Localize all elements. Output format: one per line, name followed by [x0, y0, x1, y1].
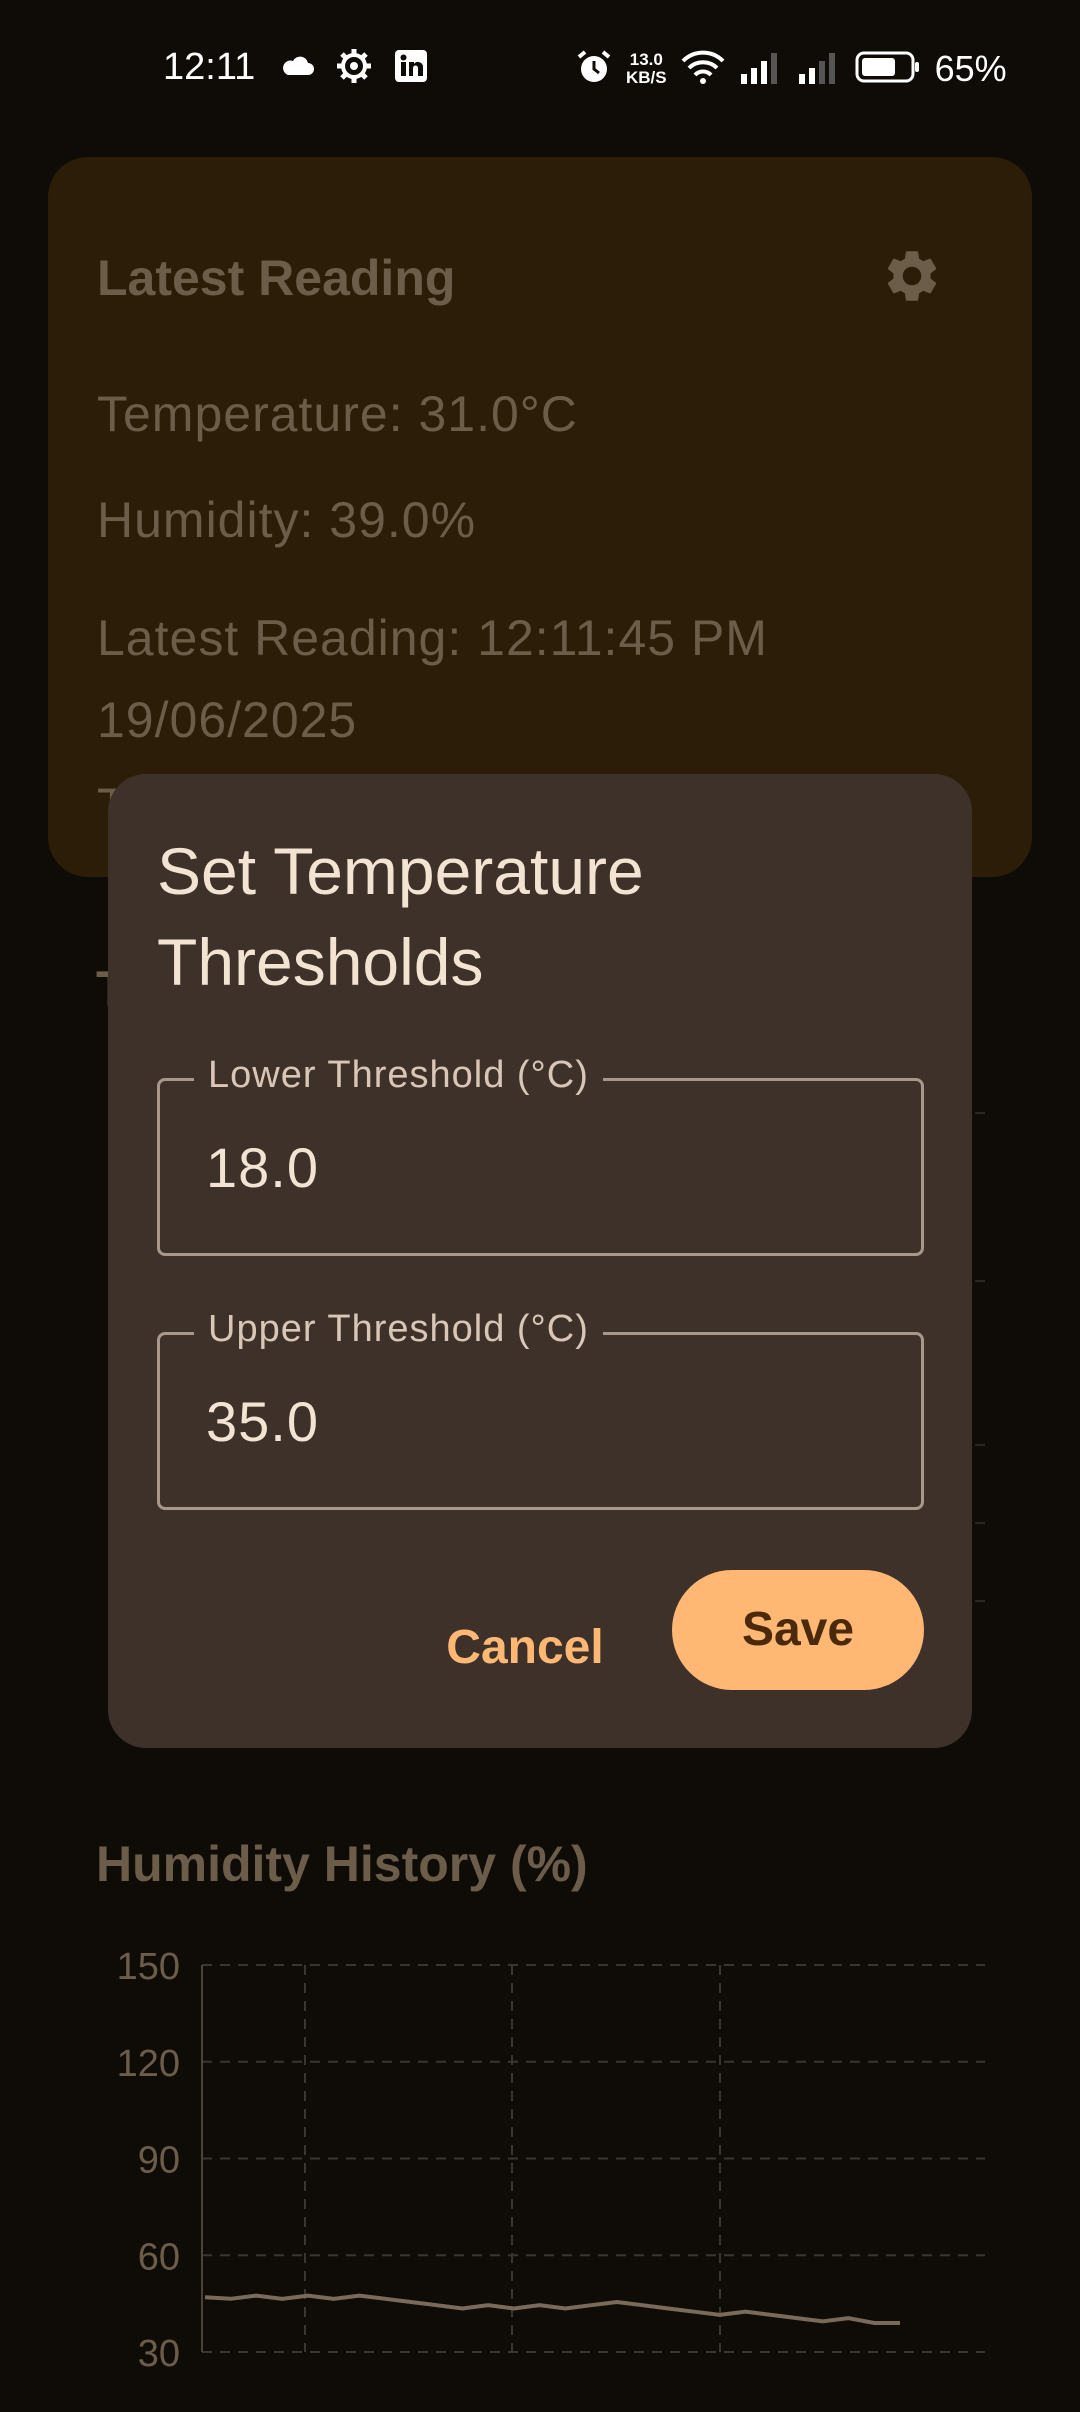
y-tick-label: 60	[138, 2236, 180, 2278]
y-tick-label: 90	[138, 2140, 180, 2182]
lower-threshold-input[interactable]: 18.0	[206, 1135, 319, 1200]
threshold-dialog: Set Temperature Thresholds Lower Thresho…	[108, 774, 972, 1748]
cancel-button[interactable]: Cancel	[440, 1590, 610, 1706]
temperature-reading: Temperature: 31.0°C	[97, 386, 578, 442]
card-title: Latest Reading	[97, 250, 456, 306]
upper-threshold-label: Upper Threshold (°C)	[194, 1308, 603, 1351]
chart-grid-tick	[975, 1280, 985, 1282]
chart-grid-tick	[975, 1522, 985, 1524]
latest-reading-card: Latest Reading Temperature: 31.0°C Humid…	[48, 157, 1032, 877]
lower-threshold-label: Lower Threshold (°C)	[194, 1054, 603, 1097]
lower-threshold-field[interactable]: Lower Threshold (°C) 18.0	[157, 1054, 924, 1256]
humidity-chart: 150 120 90 60 30	[117, 1946, 985, 2370]
humidity-reading: Humidity: 39.0%	[97, 492, 477, 548]
gear-icon[interactable]	[881, 245, 943, 307]
chart-grid-tick	[975, 1112, 985, 1114]
humidity-history-title: Humidity History (%)	[96, 1836, 588, 1892]
dialog-title: Set Temperature Thresholds	[157, 834, 644, 999]
chart-grid-tick	[975, 1600, 985, 1602]
chart-grid-tick	[975, 1444, 985, 1446]
y-tick-label: 30	[138, 2333, 180, 2370]
humidity-series-line	[204, 2293, 900, 2325]
upper-threshold-input[interactable]: 35.0	[206, 1389, 319, 1454]
y-tick-label: 120	[117, 2043, 180, 2085]
save-button[interactable]: Save	[672, 1570, 924, 1690]
upper-threshold-field[interactable]: Upper Threshold (°C) 35.0	[157, 1308, 924, 1510]
latest-reading-time: Latest Reading: 12:11:45 PM 19/06/2025	[97, 610, 768, 748]
y-tick-label: 150	[117, 1946, 180, 1988]
